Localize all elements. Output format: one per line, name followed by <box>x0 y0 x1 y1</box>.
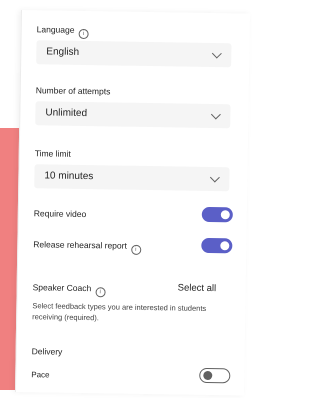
language-label-row: Language i <box>36 24 89 40</box>
language-dropdown[interactable]: English <box>36 40 232 68</box>
select-all-link[interactable]: Select all <box>178 282 217 294</box>
require-video-label: Require video <box>33 208 87 220</box>
speaker-coach-label: Speaker Coach <box>32 282 92 294</box>
attempts-dropdown[interactable]: Unlimited <box>35 101 231 129</box>
chevron-down-icon <box>210 109 221 120</box>
attempts-label: Number of attempts <box>35 85 111 97</box>
language-label: Language <box>36 24 75 35</box>
language-value: English <box>46 46 80 58</box>
time-limit-value: 10 minutes <box>44 170 94 183</box>
chevron-down-icon <box>211 48 222 59</box>
time-limit-dropdown[interactable]: 10 minutes <box>34 164 230 192</box>
info-icon[interactable]: i <box>130 244 141 255</box>
settings-panel: Language i English Number of attempts Unl… <box>14 10 250 396</box>
release-report-toggle[interactable] <box>201 237 233 254</box>
info-icon[interactable]: i <box>78 28 89 40</box>
speaker-coach-label-row: Speaker Coach i <box>32 282 106 298</box>
release-report-label-row: Release rehearsal report i <box>33 239 141 255</box>
pace-toggle[interactable] <box>199 367 231 384</box>
require-video-toggle[interactable] <box>201 206 233 223</box>
speaker-coach-help: Select feedback types you are interested… <box>32 301 207 323</box>
info-icon[interactable]: i <box>95 287 106 298</box>
time-limit-label: Time limit <box>34 148 71 159</box>
toggle-knob <box>220 241 230 251</box>
pace-label: Pace <box>31 370 50 380</box>
toggle-knob <box>203 370 213 381</box>
chevron-down-icon <box>209 172 220 183</box>
delivery-heading: Delivery <box>31 346 63 357</box>
release-report-label: Release rehearsal report <box>33 239 127 251</box>
attempts-value: Unlimited <box>45 107 88 120</box>
toggle-knob <box>220 210 230 220</box>
